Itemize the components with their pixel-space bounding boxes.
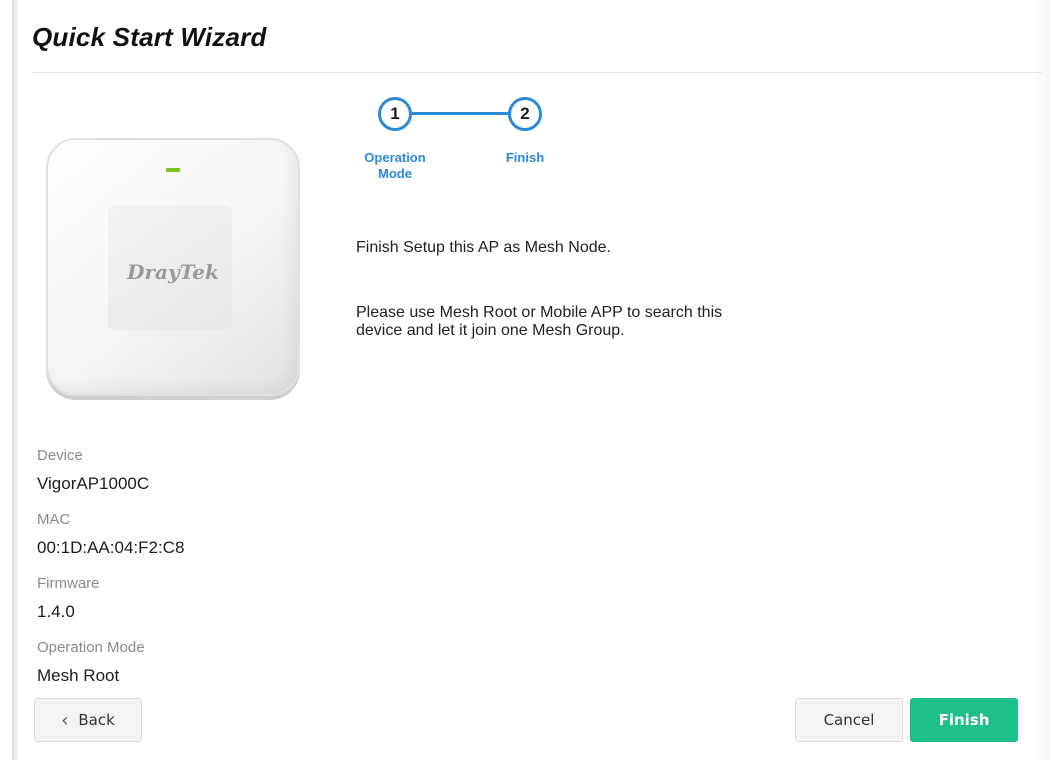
step-2-label: Finish [485, 150, 565, 166]
firmware-value: 1.4.0 [37, 602, 75, 621]
step-2-label-line1: Finish [505, 150, 545, 165]
window-edge [12, 0, 18, 760]
device-led-indicator [166, 168, 180, 172]
back-button[interactable]: ‹ Back [34, 698, 142, 742]
page-title: Quick Start Wizard [32, 22, 267, 52]
instructions-line-1: Please use Mesh Root or Mobile APP to se… [356, 304, 723, 321]
mac-value: 00:1D:AA:04:F2:C8 [37, 538, 185, 557]
mac-label: MAC [37, 511, 71, 528]
back-button-label: Back [78, 711, 115, 729]
step-1-circle: 1 [378, 97, 412, 131]
step-1-label: Operation Mode [350, 150, 440, 182]
cancel-button[interactable]: Cancel [795, 698, 903, 742]
operation-mode-label: Operation Mode [37, 639, 145, 656]
step-1-label-line1: Operation [364, 150, 426, 165]
step-connector [412, 112, 508, 115]
firmware-label: Firmware [37, 575, 100, 592]
instructions-message: Please use Mesh Root or Mobile APP to se… [356, 304, 826, 340]
instructions-line-2: device and let it join one Mesh Group. [356, 322, 625, 339]
device-body: DrayTek [46, 138, 300, 396]
finish-message: Finish Setup this AP as Mesh Node. [356, 239, 611, 256]
operation-mode-value: Mesh Root [37, 666, 120, 685]
title-divider [32, 72, 1042, 73]
step-1-label-line2: Mode [378, 166, 412, 181]
device-value: VigorAP1000C [37, 474, 150, 493]
finish-button[interactable]: Finish [910, 698, 1018, 742]
device-image: DrayTek [46, 138, 300, 396]
chevron-left-icon: ‹ [61, 709, 69, 731]
step-2-circle: 2 [508, 97, 542, 131]
device-brand-logo: DrayTek [127, 260, 219, 284]
window-edge-right [1030, 0, 1050, 760]
device-label: Device [37, 447, 83, 464]
